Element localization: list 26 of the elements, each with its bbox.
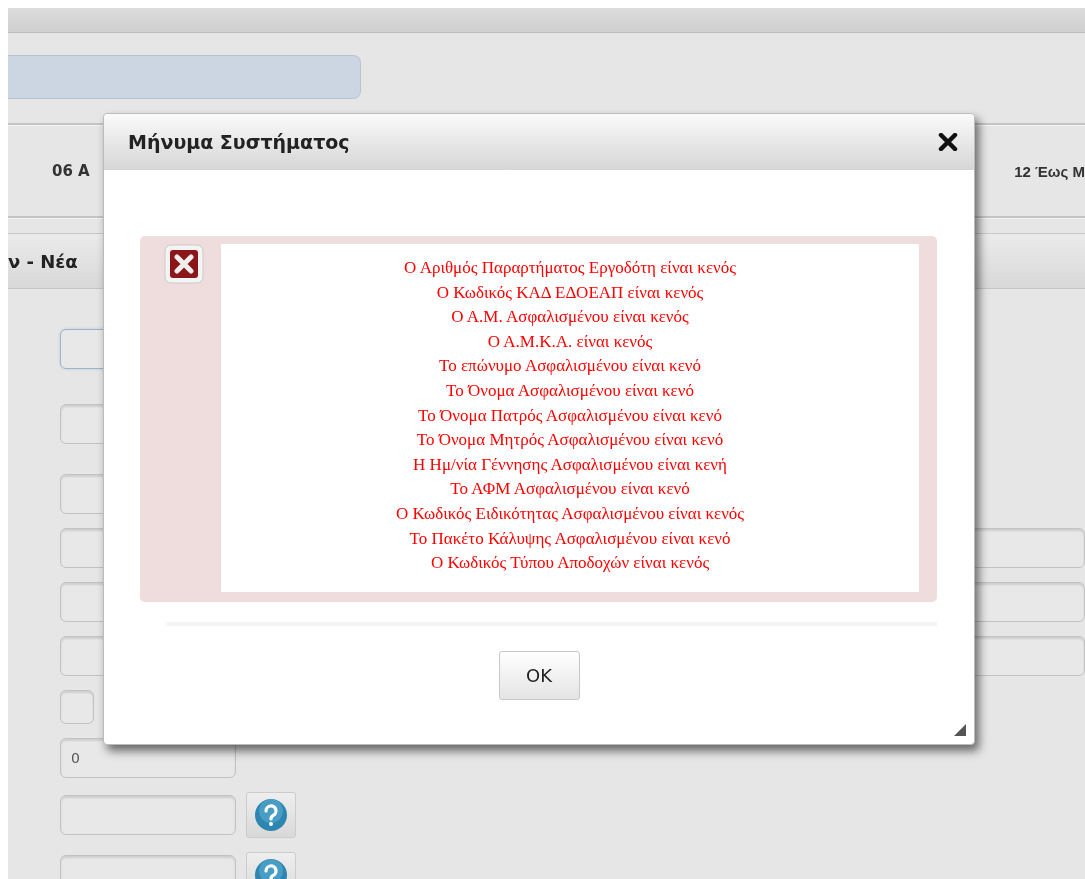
tab-label: 12 Έως Μ <box>1014 162 1085 180</box>
error-message: Ο Κωδικός Ειδικότητας Ασφαλισμένου είναι κενός <box>395 502 745 525</box>
help-button[interactable] <box>246 792 296 838</box>
error-message: Το ΑΦΜ Ασφαλισμένου είναι κενό <box>450 478 690 501</box>
error-message: Το Πακέτο Κάλυψης Ασφαλισμένου είναι κενό <box>409 527 731 550</box>
error-message: Ο Α.Μ. Ασφαλισμένου είναι κενός <box>451 306 689 329</box>
section-title: ν - Νέα <box>8 250 78 272</box>
error-message: Το Όνομα Μητρός Ασφαλισμένου είναι κενό <box>416 429 724 452</box>
resize-grip-icon[interactable] <box>954 724 966 736</box>
input-field[interactable] <box>60 795 236 835</box>
error-message: Ο Αριθμός Παραρτήματος Εργοδότη είναι κενός <box>404 257 736 279</box>
close-icon[interactable] <box>938 133 958 151</box>
error-icon <box>164 244 204 284</box>
error-message: Το Όνομα Πατρός Ασφαλισμένου είναι κενό <box>418 404 722 427</box>
error-message: Το επώνυμο Ασφαλισμένου είναι κενό <box>439 355 701 378</box>
ok-button[interactable]: OK <box>498 650 580 700</box>
help-icon <box>254 798 288 832</box>
text-field[interactable] <box>8 55 361 99</box>
dialog-title: Μήνυμα Συστήματος <box>128 131 350 153</box>
error-message: Ο Κωδικός ΚΑΔ ΕΔΟΕΑΠ είναι κενός <box>436 281 704 304</box>
error-message: Η Ημ/νία Γέννησης Ασφαλισμένου είναι κενή <box>413 453 727 476</box>
error-message: Ο Α.Μ.Κ.Α. είναι κενός <box>487 330 653 353</box>
error-message: Ο Κωδικός Τύπου Αποδοχών είναι κενός <box>430 552 710 575</box>
error-message: Το Όνομα Ασφαλισμένου είναι κενό <box>446 379 694 402</box>
input-field[interactable] <box>60 690 94 724</box>
tab-label: 06 Α <box>52 162 90 180</box>
